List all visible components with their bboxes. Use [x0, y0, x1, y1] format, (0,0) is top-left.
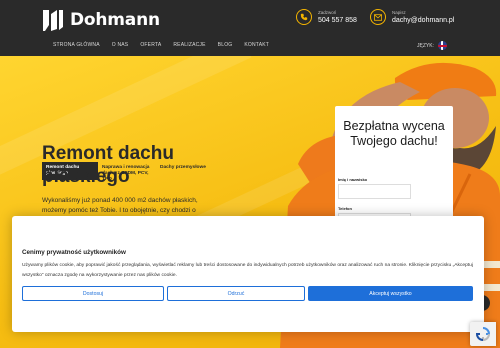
name-input[interactable]	[338, 184, 411, 199]
cookie-description: Używamy plików cookie, aby poprawić jako…	[22, 263, 473, 278]
contact-email-value: dachy@dohmann.pl	[392, 16, 455, 24]
accept-all-button[interactable]: Akceptuj wszystko	[308, 286, 473, 301]
nav-item-blog[interactable]: BLOG	[218, 42, 233, 48]
quote-form-title: Bezpłatna wycena Twojego dachu!	[343, 119, 445, 148]
contact-email[interactable]: Napisz dachy@dohmann.pl	[370, 9, 454, 25]
logo[interactable]: Dohmann	[40, 6, 160, 34]
name-label: Imię i nazwisko	[338, 177, 368, 182]
phone-label: Telefon	[338, 206, 352, 211]
language-label: JĘZYK:	[417, 42, 434, 49]
recaptcha-icon	[475, 327, 491, 342]
hero-lead-text: Wykonaliśmy już ponad 400 000 m2 dachów …	[42, 197, 198, 214]
cookie-consent-banner: Cenimy prywatność użytkowników Używamy p…	[12, 216, 484, 332]
quote-form: Bezpłatna wycena Twojego dachu! Imię i n…	[335, 106, 453, 228]
brand-name: Dohmann	[70, 10, 160, 30]
nav-item-about[interactable]: O NAS	[112, 42, 129, 48]
nav-item-contact[interactable]: KONTAKT	[244, 42, 269, 48]
uk-flag-icon	[437, 41, 447, 50]
reject-button[interactable]: Odrzuć	[167, 286, 305, 301]
phone-icon	[296, 9, 312, 25]
cookie-title: Cenimy prywatność użytkowników	[22, 249, 126, 256]
language-switcher[interactable]: JĘZYK:	[417, 41, 451, 50]
hero-headline: Remont dachu płaskiego	[42, 143, 174, 187]
contact-phone-value: 504 557 858	[318, 16, 357, 24]
main-nav: STRONA GŁÓWNA O NAS OFERTA REALIZACJE BL…	[53, 42, 281, 48]
nav-item-home[interactable]: STRONA GŁÓWNA	[53, 42, 100, 48]
recaptcha-badge[interactable]	[470, 322, 496, 346]
logo-mark-icon	[43, 10, 63, 31]
nav-item-offer[interactable]: OFERTA	[140, 42, 161, 48]
mail-icon	[370, 9, 386, 25]
nav-item-projects[interactable]: REALIZACJE	[173, 42, 205, 48]
contact-phone[interactable]: Zadzwoń 504 557 858	[296, 9, 357, 25]
customize-button[interactable]: Dostosuj	[22, 286, 164, 301]
site-header: Dohmann Zadzwoń 504 557 858 Napisz dachy…	[0, 0, 500, 56]
